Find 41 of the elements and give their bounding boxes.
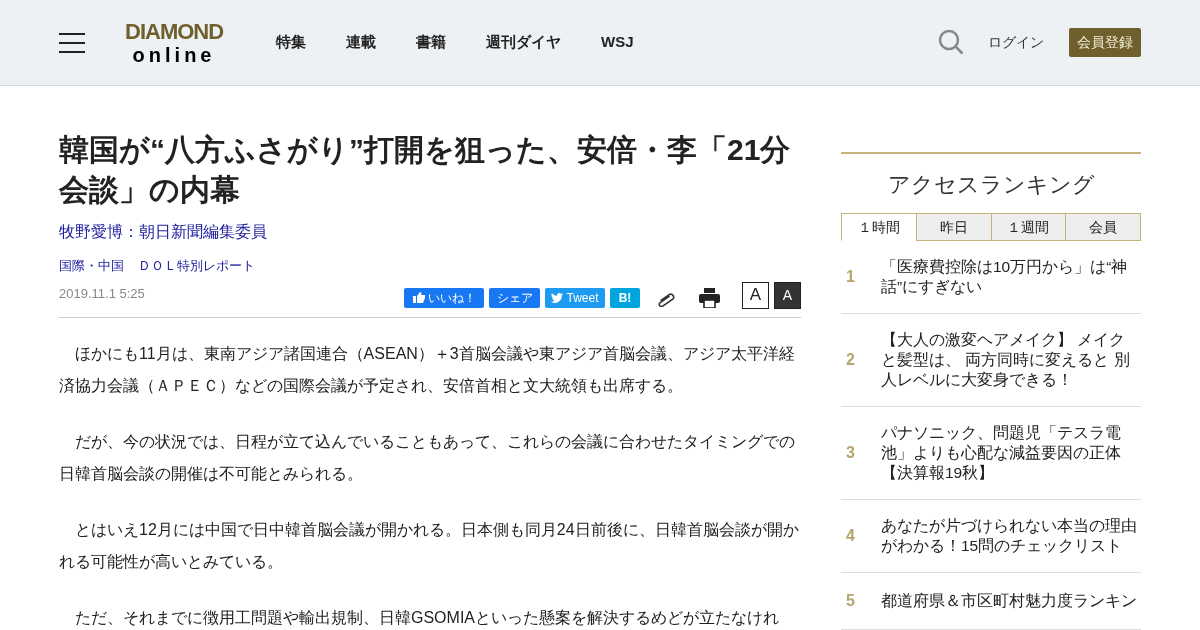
ranking-article-link[interactable]: 都道府県＆市区町村魅力度ランキン [881,591,1141,611]
menu-icon[interactable] [59,32,85,53]
category-link[interactable]: 国際・中国 [59,256,124,276]
ranking-article-link[interactable]: パナソニック、問題児「テスラ電池」よりも心配な減益要因の正体【決算報19秋】 [881,423,1141,483]
ranking-article-link[interactable]: あなたが片づけられない本当の理由がわかる！15問のチェックリスト [881,516,1141,556]
search-icon[interactable] [938,29,965,56]
rank-number: 5 [845,591,856,611]
bird-icon [551,292,564,303]
nav-link[interactable]: 特集 [276,31,307,54]
thumbs-up-icon [412,292,425,303]
print-icon[interactable] [699,287,720,308]
ranking-tab[interactable]: １週間 [990,213,1067,241]
font-size-button[interactable]: A [742,281,769,309]
register-button[interactable]: 会員登録 [1069,28,1141,57]
publish-date: 2019.11.1 5:25 [59,284,145,303]
rank-number: 1 [845,267,856,287]
rank-number: 4 [845,526,856,546]
nav-link[interactable]: 書籍 [416,31,447,54]
share-button[interactable]: シェア [489,287,540,308]
category-link[interactable]: ＤＯＬ特別レポート [138,256,255,276]
nav-link[interactable]: 連載 [346,31,377,54]
rank-number: 2 [845,350,856,370]
article-paragraph: とはいえ12月には中国で日中韓首脳会議が開かれる。日本側も同月24日前後に、日韓首脳会談が開かれる可能性が高いとみている。 [59,519,800,572]
ranking-tab[interactable]: １時間 [841,213,917,241]
article-paragraph: だが、今の状況では、日程が立て込んでいることもあって、これらの会議に合わせたタイミングでの日韓首脳会談の開催は不可能とみられる。 [59,431,796,484]
article-paragraph: ただ、それまでに徴用工問題や輸出規制、日韓GSOMIAといった懸案を解決するめどが立たなけれ [74,607,780,628]
ranking-heading: アクセスランキング [886,171,1096,199]
nav-link[interactable]: WSJ [601,31,634,54]
login-link[interactable]: ログイン [988,32,1044,53]
ranking-article-link[interactable]: 【大人の激変ヘアメイク】 メイクと髪型は、 両方同時に変えると 別人レベルに大変身できる！ [881,330,1141,390]
rank-number: 3 [845,443,856,463]
author-link[interactable]: 牧野愛博：朝日新聞編集委員 [59,220,801,244]
article-title: 韓国が“八方ふさがり”打開を狙った、安倍・李「21分会談」の内幕 [59,132,792,208]
ranking-article-link[interactable]: 「医療費控除は10万円から」は“神話”にすぎない [881,257,1141,297]
ranking-tab[interactable]: 昨日 [915,213,992,241]
font-size-button[interactable]: A [774,281,801,309]
ranking-tab[interactable]: 会員 [1065,213,1141,241]
site-logo[interactable]: DIAMOND online [125,17,224,68]
like-button[interactable]: いいね！ [404,287,484,308]
nav-link[interactable]: 週刊ダイヤ [486,31,562,54]
article-paragraph: ほかにも11月は、東南アジア諸国連合（ASEAN）＋3首脳会議や東アジア首脳会議、アジア太平洋経済協力会議（ＡＰＥＣ）などの国際会議が予定され、安倍首相と文大統領も出席する。 [59,343,796,396]
